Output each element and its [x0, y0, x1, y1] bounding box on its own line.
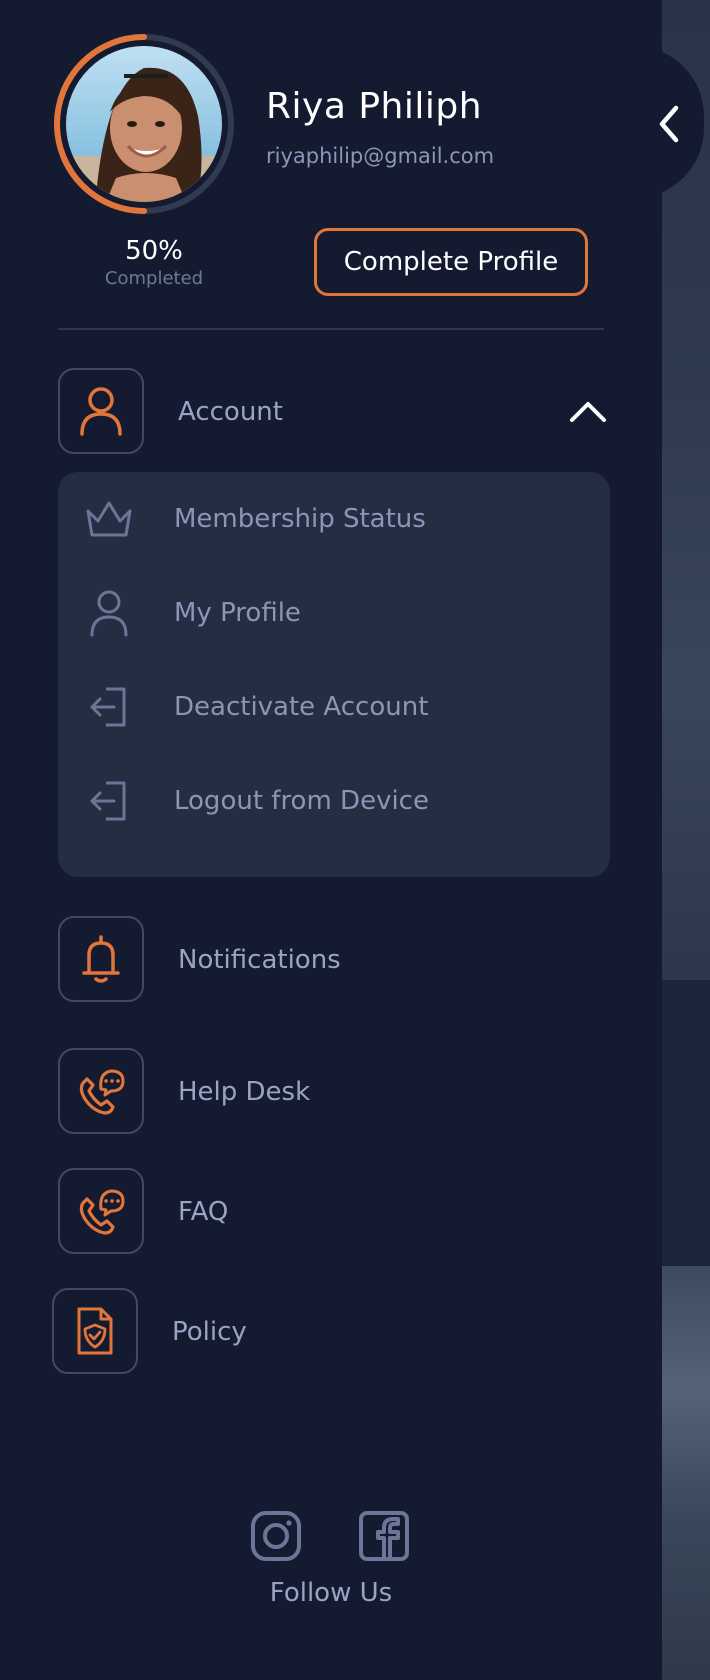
background-panel-bottom: [662, 1266, 710, 1680]
profile-progress-caption: Completed: [104, 268, 204, 289]
menu-label-account: Account: [178, 397, 283, 427]
submenu-item-logout-from-device[interactable]: Logout from Device: [58, 754, 610, 848]
submenu-item-membership-status[interactable]: Membership Status: [58, 472, 610, 566]
menu-item-faq[interactable]: FAQ: [58, 1168, 604, 1256]
profile-progress-percent: 50%: [125, 236, 183, 266]
menu-item-account[interactable]: Account: [58, 368, 606, 456]
crown-icon: [86, 501, 132, 537]
user-email: riyaphilip@gmail.com: [266, 144, 495, 168]
faq-icon-box: [58, 1168, 144, 1254]
user-name: Riya Philiph: [266, 86, 483, 127]
chevron-left-icon[interactable]: [652, 96, 692, 148]
menu-label-notifications: Notifications: [178, 945, 341, 975]
facebook-icon[interactable]: [358, 1510, 410, 1562]
menu-item-help-desk[interactable]: Help Desk: [58, 1048, 604, 1136]
submenu-label: Deactivate Account: [174, 692, 429, 722]
menu-item-notifications[interactable]: Notifications: [58, 916, 604, 1004]
follow-us-label: Follow Us: [269, 1578, 393, 1608]
user-icon: [80, 387, 122, 436]
account-submenu: Membership Status My Profile Deactivate …: [58, 472, 610, 877]
help-desk-icon-box: [58, 1048, 144, 1134]
submenu-label: Membership Status: [174, 504, 426, 534]
menu-label-faq: FAQ: [178, 1197, 229, 1227]
account-icon-box: [58, 368, 144, 454]
avatar-photo: [66, 46, 222, 202]
notifications-icon-box: [58, 916, 144, 1002]
user-icon: [90, 590, 128, 637]
menu-label-policy: Policy: [172, 1317, 247, 1347]
menu-label-help-desk: Help Desk: [178, 1077, 311, 1107]
exit-icon: [90, 687, 126, 727]
submenu-item-deactivate-account[interactable]: Deactivate Account: [58, 660, 610, 754]
divider: [58, 328, 604, 330]
instagram-icon[interactable]: [250, 1510, 302, 1562]
submenu-label: Logout from Device: [174, 786, 429, 816]
shield-document-icon: [77, 1307, 113, 1355]
chevron-up-icon[interactable]: [568, 392, 608, 432]
background-app-content: [662, 0, 710, 1680]
policy-icon-box: [52, 1288, 138, 1374]
submenu-label: My Profile: [174, 598, 301, 628]
exit-icon: [90, 781, 126, 821]
side-drawer: Riya Philiph riyaphilip@gmail.com 50% Co…: [0, 0, 662, 1680]
background-panel-middle: [662, 980, 710, 1266]
bell-icon: [82, 935, 120, 983]
menu-item-policy[interactable]: Policy: [52, 1288, 598, 1376]
avatar: [66, 46, 222, 202]
complete-profile-button[interactable]: Complete Profile: [314, 228, 588, 296]
phone-chat-icon: [79, 1189, 125, 1235]
phone-chat-icon: [79, 1069, 125, 1115]
avatar-with-progress[interactable]: [52, 32, 236, 216]
submenu-item-my-profile[interactable]: My Profile: [58, 566, 610, 660]
